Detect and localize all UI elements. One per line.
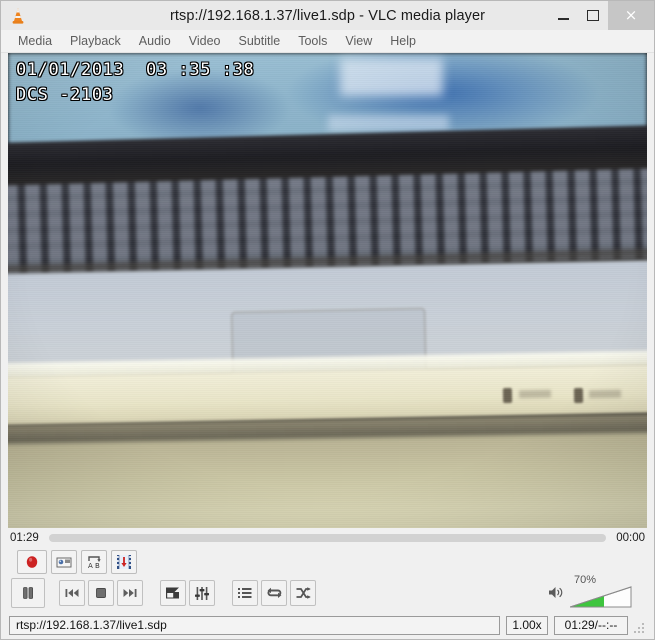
menu-item-audio[interactable]: Audio <box>130 32 180 50</box>
close-icon: × <box>624 6 638 24</box>
close-button[interactable]: × <box>608 1 654 30</box>
menu-item-media[interactable]: Media <box>9 32 61 50</box>
equalizer-icon <box>195 586 209 600</box>
volume-percent-label: 70% <box>574 574 597 586</box>
svg-text:B: B <box>95 562 100 569</box>
playback-rate-label[interactable]: 1.00x <box>506 615 548 635</box>
video-layer-port-label-2 <box>589 389 622 399</box>
elapsed-time-label: 01:29 <box>10 532 39 544</box>
loop-icon <box>266 587 281 598</box>
vlc-main-window: rtsp://192.168.1.37/live1.sdp - VLC medi… <box>0 0 655 640</box>
fullscreen-icon <box>166 586 180 598</box>
seek-bar-row: 01:29 00:00 <box>1 528 654 548</box>
volume-area: 70% <box>548 574 644 608</box>
status-bar: rtsp://192.168.1.37/live1.sdp 1.00x 01:2… <box>1 611 654 639</box>
shuffle-icon <box>296 587 311 599</box>
loop-button[interactable] <box>261 580 287 606</box>
status-time-label[interactable]: 01:29/--:-- <box>554 615 628 635</box>
menu-bar: Media Playback Audio Video Subtitle Tool… <box>1 30 654 53</box>
playlist-button[interactable] <box>232 580 258 606</box>
playlist-group <box>232 580 319 606</box>
extended-toolbar: A B <box>1 548 654 575</box>
stop-icon <box>96 588 106 598</box>
shuffle-button[interactable] <box>290 580 316 606</box>
pause-icon <box>23 587 33 599</box>
previous-button[interactable] <box>59 580 85 606</box>
ab-loop-icon: A B <box>88 556 101 569</box>
next-icon <box>123 589 137 597</box>
play-pause-button[interactable] <box>11 578 45 608</box>
ab-loop-button[interactable]: A B <box>81 549 107 574</box>
volume-wedge <box>570 586 632 608</box>
video-layer-screen-highlight <box>340 57 443 96</box>
next-button[interactable] <box>117 580 143 606</box>
frame-by-frame-button[interactable] <box>111 549 137 574</box>
seek-slider[interactable] <box>48 534 607 542</box>
svg-text:A: A <box>88 562 93 569</box>
playlist-icon <box>238 588 252 598</box>
playback-controls: 70% <box>1 574 654 611</box>
film-frame-icon <box>117 554 131 569</box>
video-layer-desk <box>8 431 647 528</box>
menu-item-playback[interactable]: Playback <box>61 32 130 50</box>
menu-item-tools[interactable]: Tools <box>289 32 336 50</box>
menu-item-help[interactable]: Help <box>381 32 425 50</box>
menu-item-view[interactable]: View <box>336 32 381 50</box>
transport-group <box>59 580 146 606</box>
volume-slider[interactable]: 70% <box>570 574 632 608</box>
speaker-icon[interactable] <box>548 585 565 605</box>
menu-item-subtitle[interactable]: Subtitle <box>230 32 290 50</box>
record-icon <box>26 555 38 568</box>
equalizer-button[interactable] <box>189 580 215 606</box>
record-button[interactable] <box>17 549 47 574</box>
video-layer-port-2 <box>573 387 583 404</box>
video-layer-port-1 <box>503 387 513 404</box>
video-area[interactable]: 01/01/2013 03 :35 :38 DCS -2103 <box>8 53 647 528</box>
video-frame <box>8 53 647 528</box>
maximize-button[interactable] <box>578 1 608 30</box>
previous-icon <box>65 589 79 597</box>
remaining-time-label: 00:00 <box>616 532 645 544</box>
video-layer-screen-highlight-2 <box>327 114 449 132</box>
camera-icon <box>56 557 71 567</box>
vlc-cone-icon <box>7 5 29 27</box>
title-bar: rtsp://192.168.1.37/live1.sdp - VLC medi… <box>1 1 654 30</box>
menu-item-video[interactable]: Video <box>180 32 230 50</box>
video-layer-port-label-1 <box>519 389 552 399</box>
minimize-icon <box>557 17 569 20</box>
view-group <box>160 580 218 606</box>
fullscreen-button[interactable] <box>160 580 186 606</box>
maximize-icon <box>587 10 599 21</box>
resize-grip[interactable] <box>634 623 646 635</box>
window-controls: × <box>548 1 654 30</box>
media-url-field[interactable]: rtsp://192.168.1.37/live1.sdp <box>9 615 500 635</box>
minimize-button[interactable] <box>548 1 578 30</box>
snapshot-button[interactable] <box>51 549 77 574</box>
stop-button[interactable] <box>88 580 114 606</box>
